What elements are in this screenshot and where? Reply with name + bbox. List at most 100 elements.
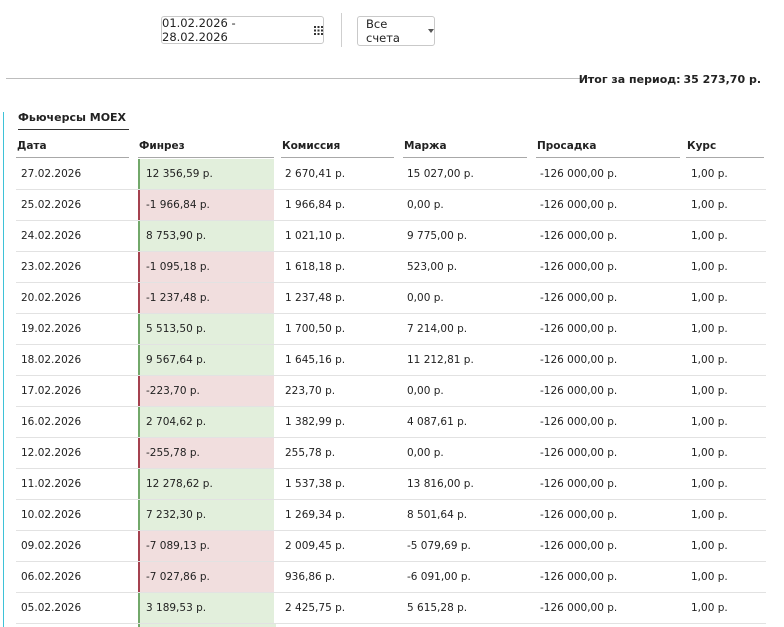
cell-date: 23.02.2026	[21, 261, 82, 273]
cell-date: 27.02.2026	[21, 168, 82, 180]
table-row[interactable]: 12.02.2026 -255,78 р. 255,78 р. 0,00 р. -126…	[16, 438, 766, 469]
cell-pnl: 12 356,59 р.	[138, 159, 274, 189]
cell-drawdown: -126 000,00 р.	[540, 416, 618, 428]
cell-margin: 13 816,00 р.	[407, 478, 474, 490]
cell-commission: 936,86 р.	[285, 571, 336, 583]
cell-commission: 1 269,34 р.	[285, 509, 346, 521]
cell-pnl: 8 753,90 р.	[138, 221, 274, 251]
cell-rate: 1,00 р.	[691, 571, 728, 583]
cell-rate: 1,00 р.	[691, 385, 728, 397]
cell-margin: 7 214,00 р.	[407, 323, 468, 335]
cell-commission: 2 425,75 р.	[285, 602, 346, 614]
cell-drawdown: -126 000,00 р.	[540, 168, 618, 180]
cell-commission: 1 618,18 р.	[285, 261, 346, 273]
cell-date: 17.02.2026	[21, 385, 82, 397]
table-row[interactable]: 18.02.2026 9 567,64 р. 1 645,16 р. 11 212,8…	[16, 345, 766, 376]
account-select[interactable]: Все счета	[357, 16, 435, 46]
column-header-drawdown[interactable]: Просадка	[536, 140, 680, 158]
cell-commission: 1 237,48 р.	[285, 292, 346, 304]
table-row[interactable]: 23.02.2026 -1 095,18 р. 1 618,18 р. 523,00 …	[16, 252, 766, 283]
cell-rate: 1,00 р.	[691, 354, 728, 366]
table-body: 27.02.2026 12 356,59 р. 2 670,41 р. 15 027,…	[16, 159, 766, 624]
filter-divider	[341, 13, 342, 47]
cell-commission: 1 537,38 р.	[285, 478, 346, 490]
cell-pnl: -7 089,13 р.	[138, 531, 274, 561]
cell-margin: 4 087,61 р.	[407, 416, 468, 428]
summary-divider	[6, 78, 594, 79]
table-row[interactable]: 16.02.2026 2 704,62 р. 1 382,99 р. 4 087,61…	[16, 407, 766, 438]
table-row[interactable]: 05.02.2026 3 189,53 р. 2 425,75 р. 5 615,28…	[16, 593, 766, 624]
table-row[interactable]: 20.02.2026 -1 237,48 р. 1 237,48 р. 0,00 р.…	[16, 283, 766, 314]
cell-rate: 1,00 р.	[691, 478, 728, 490]
cell-rate: 1,00 р.	[691, 199, 728, 211]
cell-drawdown: -126 000,00 р.	[540, 261, 618, 273]
cell-margin: 0,00 р.	[407, 292, 444, 304]
cell-commission: 1 021,10 р.	[285, 230, 346, 242]
table-row[interactable]: 06.02.2026 -7 027,86 р. 936,86 р. -6 091,00…	[16, 562, 766, 593]
cell-pnl: 12 278,62 р.	[138, 469, 274, 499]
column-header-pnl[interactable]: Финрез	[138, 140, 274, 158]
account-select-value: Все счета	[366, 17, 400, 45]
cell-date: 19.02.2026	[21, 323, 82, 335]
cell-drawdown: -126 000,00 р.	[540, 385, 618, 397]
cell-commission: 1 382,99 р.	[285, 416, 346, 428]
cell-pnl: 9 567,64 р.	[138, 345, 274, 375]
cell-drawdown: -126 000,00 р.	[540, 323, 618, 335]
cell-rate: 1,00 р.	[691, 416, 728, 428]
date-range-value: 01.02.2026 - 28.02.2026	[162, 16, 236, 44]
cell-drawdown: -126 000,00 р.	[540, 447, 618, 459]
calendar-icon[interactable]	[314, 25, 323, 35]
table-row[interactable]: 27.02.2026 12 356,59 р. 2 670,41 р. 15 027,…	[16, 159, 766, 190]
cell-pnl: -1 237,48 р.	[138, 283, 274, 313]
cell-date: 10.02.2026	[21, 509, 82, 521]
date-range-picker[interactable]: 01.02.2026 - 28.02.2026	[161, 16, 324, 44]
section-accent-bar	[3, 112, 4, 627]
table-row[interactable]: 24.02.2026 8 753,90 р. 1 021,10 р. 9 775,00…	[16, 221, 766, 252]
cell-commission: 2 670,41 р.	[285, 168, 346, 180]
cell-drawdown: -126 000,00 р.	[540, 354, 618, 366]
cell-drawdown: -126 000,00 р.	[540, 478, 618, 490]
cell-margin: -6 091,00 р.	[407, 571, 471, 583]
cell-margin: 11 212,81 р.	[407, 354, 474, 366]
table-row[interactable]: 09.02.2026 -7 089,13 р. 2 009,45 р. -5 079,…	[16, 531, 766, 562]
cell-margin: 0,00 р.	[407, 447, 444, 459]
section-title: Фьючерсы MOEX	[18, 111, 129, 130]
cell-pnl: -1 095,18 р.	[138, 252, 274, 282]
cell-margin: -5 079,69 р.	[407, 540, 471, 552]
cell-date: 12.02.2026	[21, 447, 82, 459]
period-total-value: 35 273,70 р.	[683, 73, 761, 86]
cell-rate: 1,00 р.	[691, 168, 728, 180]
cell-drawdown: -126 000,00 р.	[540, 571, 618, 583]
cell-pnl: -1 966,84 р.	[138, 190, 274, 220]
column-header-rate[interactable]: Курс	[686, 140, 764, 158]
table-row[interactable]: 10.02.2026 7 232,30 р. 1 269,34 р. 8 501,64…	[16, 500, 766, 531]
cell-drawdown: -126 000,00 р.	[540, 199, 618, 211]
table-header: Дата Финрез Комиссия Маржа Просадка Курс	[16, 140, 766, 159]
table-row[interactable]: 17.02.2026 -223,70 р. 223,70 р. 0,00 р. -126…	[16, 376, 766, 407]
cell-rate: 1,00 р.	[691, 509, 728, 521]
cell-rate: 1,00 р.	[691, 447, 728, 459]
column-header-date[interactable]: Дата	[16, 140, 129, 158]
cell-commission: 223,70 р.	[285, 385, 336, 397]
cell-rate: 1,00 р.	[691, 602, 728, 614]
cell-date: 09.02.2026	[21, 540, 82, 552]
cell-commission: 255,78 р.	[285, 447, 336, 459]
cell-rate: 1,00 р.	[691, 230, 728, 242]
cell-rate: 1,00 р.	[691, 292, 728, 304]
cell-pnl: 5 513,50 р.	[138, 314, 274, 344]
table-row[interactable]: 11.02.2026 12 278,62 р. 1 537,38 р. 13 816,…	[16, 469, 766, 500]
cell-pnl: -223,70 р.	[138, 376, 274, 406]
cell-date: 18.02.2026	[21, 354, 82, 366]
table-row[interactable]: 19.02.2026 5 513,50 р. 1 700,50 р. 7 214,00…	[16, 314, 766, 345]
column-header-commission[interactable]: Комиссия	[281, 140, 394, 158]
cell-date: 16.02.2026	[21, 416, 82, 428]
cell-drawdown: -126 000,00 р.	[540, 540, 618, 552]
cell-rate: 1,00 р.	[691, 261, 728, 273]
cell-drawdown: -126 000,00 р.	[540, 509, 618, 521]
pnl-table: Дата Финрез Комиссия Маржа Просадка Курс…	[16, 140, 766, 624]
cell-drawdown: -126 000,00 р.	[540, 292, 618, 304]
cell-date: 24.02.2026	[21, 230, 82, 242]
table-row[interactable]: 25.02.2026 -1 966,84 р. 1 966,84 р. 0,00 р.…	[16, 190, 766, 221]
column-header-margin[interactable]: Маржа	[403, 140, 527, 158]
cell-rate: 1,00 р.	[691, 540, 728, 552]
